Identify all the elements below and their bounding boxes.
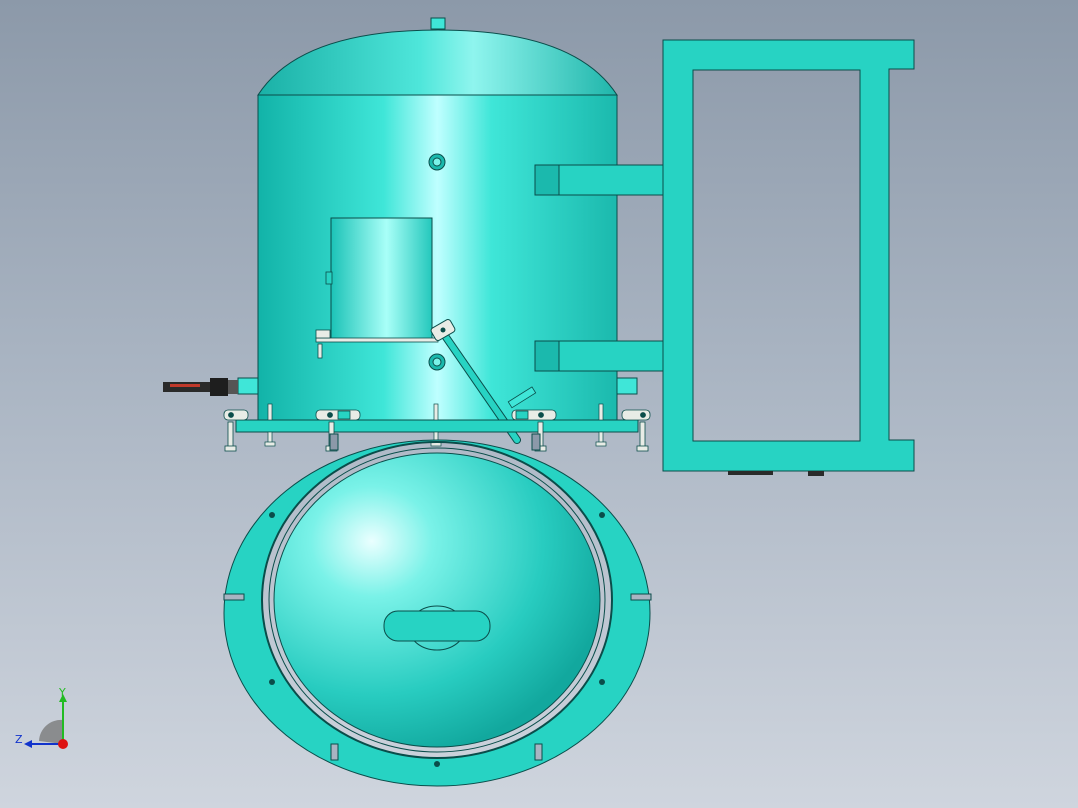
support-arm-lower[interactable] bbox=[534, 340, 664, 372]
inner-chamber[interactable] bbox=[330, 217, 433, 341]
support-arm-upper[interactable] bbox=[534, 164, 664, 196]
support-frame[interactable] bbox=[662, 39, 915, 472]
model-view[interactable] bbox=[0, 0, 1078, 808]
right-nozzle[interactable] bbox=[616, 377, 638, 395]
inner-chamber-tab bbox=[325, 271, 333, 285]
top-nozzle[interactable] bbox=[430, 17, 446, 30]
cad-viewport[interactable]: Y Z bbox=[0, 0, 1078, 808]
y-axis-label: Y bbox=[58, 686, 66, 699]
left-nozzle[interactable] bbox=[237, 377, 259, 395]
inner-chamber-clip bbox=[315, 329, 331, 339]
inner-chamber-flange bbox=[315, 337, 439, 343]
x-axis-point bbox=[58, 739, 68, 749]
z-axis-label: Z bbox=[15, 733, 23, 746]
lid-dome[interactable] bbox=[273, 452, 601, 748]
frame-foot-block bbox=[808, 471, 824, 476]
sight-port-upper[interactable] bbox=[428, 153, 446, 171]
vessel-dome[interactable] bbox=[257, 29, 618, 96]
inner-chamber-pin bbox=[317, 343, 323, 359]
cable-connector[interactable] bbox=[163, 378, 238, 396]
frame-foot-detail bbox=[728, 471, 773, 475]
vessel-body[interactable] bbox=[257, 94, 618, 423]
axis-triad: Y Z bbox=[15, 686, 68, 749]
base-flange[interactable] bbox=[235, 419, 639, 433]
sight-port-lower[interactable] bbox=[428, 353, 446, 371]
z-axis-arrow bbox=[24, 740, 32, 748]
triad-arc bbox=[39, 719, 63, 744]
